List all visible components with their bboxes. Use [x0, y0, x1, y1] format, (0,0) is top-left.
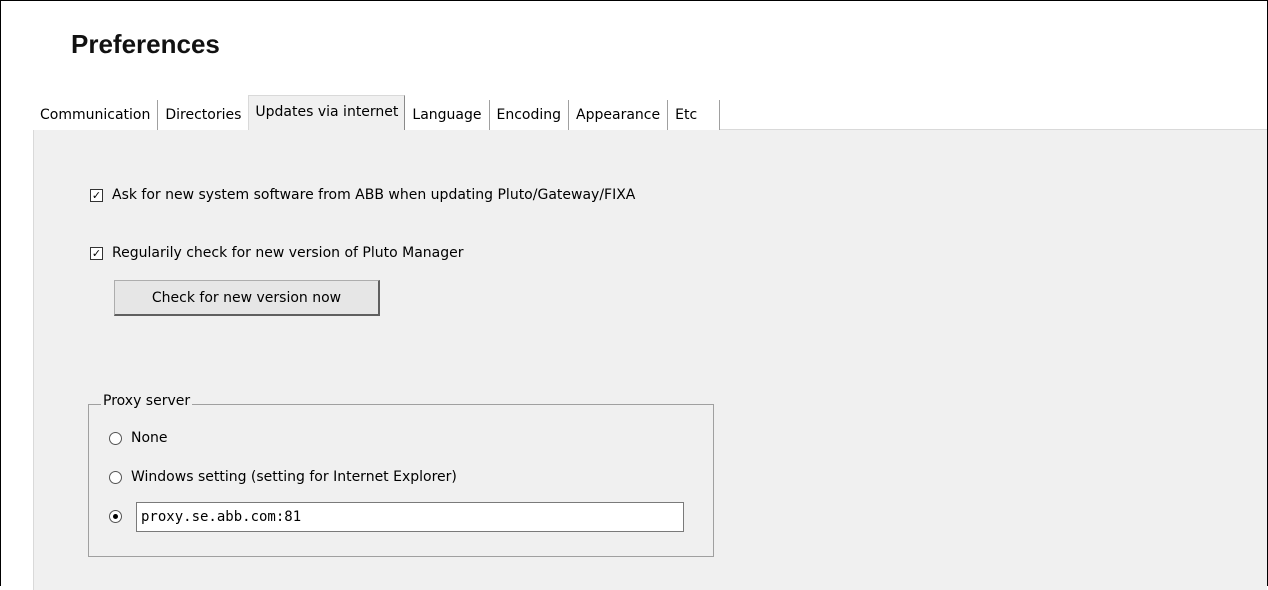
proxy-option-windows[interactable]: Windows setting (setting for Internet Ex…: [109, 469, 457, 485]
proxy-none-label: None: [131, 430, 168, 446]
proxy-windows-radio[interactable]: [109, 470, 122, 484]
radio-selected-dot: [113, 514, 118, 519]
tab-language[interactable]: Language: [405, 100, 490, 130]
tab-updates-via-internet[interactable]: Updates via internet: [248, 95, 406, 130]
proxy-windows-label: Windows setting (setting for Internet Ex…: [131, 469, 457, 485]
checkmark-icon: ✓: [91, 188, 102, 202]
page-title: Preferences: [71, 29, 220, 59]
tab-etc[interactable]: Etc: [668, 100, 721, 130]
regular-check-option[interactable]: ✓ Regularily check for new version of Pl…: [90, 245, 463, 261]
proxy-none-radio[interactable]: [109, 431, 122, 445]
tab-bar: Communication Directories Updates via in…: [33, 95, 721, 130]
proxy-option-custom[interactable]: [109, 510, 122, 523]
preferences-window: Preferences Communication Directories Up…: [0, 0, 1268, 590]
proxy-custom-radio[interactable]: [109, 510, 122, 523]
check-now-button[interactable]: Check for new version now: [114, 280, 380, 316]
proxy-server-legend: Proxy server: [101, 393, 193, 409]
ask-system-software-label: Ask for new system software from ABB whe…: [112, 187, 636, 203]
tab-encoding[interactable]: Encoding: [489, 100, 570, 130]
proxy-option-none[interactable]: None: [109, 430, 168, 446]
checkmark-icon: ✓: [91, 246, 102, 260]
ask-system-software-checkbox[interactable]: ✓: [90, 188, 103, 202]
ask-system-software-option[interactable]: ✓ Ask for new system software from ABB w…: [90, 187, 635, 203]
proxy-address-input[interactable]: proxy.se.abb.com:81: [136, 502, 684, 532]
tab-directories[interactable]: Directories: [158, 100, 250, 130]
tab-appearance[interactable]: Appearance: [569, 100, 669, 130]
tab-communication[interactable]: Communication: [33, 100, 159, 130]
regular-check-checkbox[interactable]: ✓: [90, 246, 103, 260]
regular-check-label: Regularily check for new version of Plut…: [112, 245, 464, 261]
